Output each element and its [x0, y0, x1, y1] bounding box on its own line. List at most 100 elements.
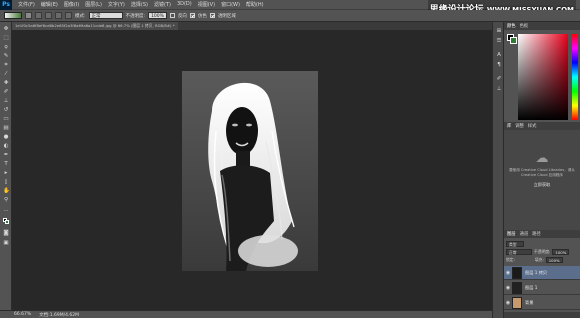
menu-help[interactable]: 帮助(H) — [246, 1, 264, 8]
dodge-tool-icon[interactable]: ◐ — [3, 143, 9, 149]
diamond-gradient-button[interactable] — [65, 12, 72, 19]
fill-field[interactable]: 100% — [545, 256, 563, 263]
crop-tool-icon[interactable]: ⌗ — [3, 62, 9, 68]
menu-image[interactable]: 图像(I) — [64, 1, 79, 8]
eyedropper-tool-icon[interactable]: ⁄ — [3, 71, 9, 77]
history-panel-icon[interactable]: ⊞ — [496, 28, 502, 34]
path-select-tool-icon[interactable]: ▸ — [3, 170, 9, 176]
lasso-tool-icon[interactable]: ϙ — [3, 44, 9, 50]
transparency-checkbox[interactable] — [209, 13, 215, 18]
zoom-tool-icon[interactable]: ⚲ — [3, 197, 9, 203]
inverted-portrait-image — [182, 71, 318, 271]
reflected-gradient-button[interactable] — [55, 12, 62, 19]
menu-window[interactable]: 窗口(W) — [221, 1, 240, 8]
history-brush-tool-icon[interactable]: ↺ — [3, 107, 9, 113]
menu-file[interactable]: 文件(F) — [18, 1, 35, 8]
foreground-background-icon[interactable] — [3, 218, 9, 224]
layer-opacity-label: 不透明度: — [534, 248, 551, 254]
menu-layer[interactable]: 图层(L) — [85, 1, 102, 8]
menu-view[interactable]: 视图(V) — [198, 1, 215, 8]
tab-adjustments[interactable]: 调整 — [515, 123, 524, 129]
move-tool-icon[interactable]: ✥ — [3, 26, 9, 32]
photoshop-logo: Ps — [0, 0, 12, 10]
menu-type[interactable]: 文字(Y) — [108, 1, 125, 8]
menu-edit[interactable]: 编辑(E) — [41, 1, 58, 8]
layer-name: 背景 — [525, 299, 534, 305]
zoom-readout[interactable]: 66.67% — [14, 312, 31, 317]
quick-mask-icon[interactable]: ◙ — [3, 230, 9, 236]
blur-tool-icon[interactable]: ● — [3, 134, 9, 140]
tab-libraries[interactable]: 库 — [507, 123, 511, 129]
hue-slider[interactable] — [572, 34, 578, 120]
layer-thumbnail — [512, 266, 522, 279]
status-bar: 66.67% 文档:1.69M/4.62M — [0, 310, 492, 318]
color-panel-tabs: 颜色 色板 — [504, 22, 580, 30]
libraries-message: 要使用 Creative Cloud Libraries，请从 Creative… — [509, 168, 575, 177]
eraser-tool-icon[interactable]: ▭ — [3, 116, 9, 122]
transparency-label: 透明区域 — [217, 13, 236, 19]
clone-source-panel-icon[interactable]: ⊥ — [496, 86, 502, 92]
tools-panel: ✥ ⬚ ϙ ✎ ⌗ ⁄ ✚ ✐ ⊥ ↺ ▭ ▤ ● ◐ ✒ T ▸ ▯ ✋ ⚲ … — [0, 22, 12, 310]
angle-gradient-button[interactable] — [45, 12, 52, 19]
visibility-eye-icon[interactable]: ◉ — [504, 300, 512, 306]
layer-kind-filter[interactable]: 类型 — [506, 240, 524, 247]
mode-select[interactable]: 正常 — [88, 12, 123, 19]
get-it-now-link[interactable]: 立即获取 — [504, 182, 580, 188]
libraries-panel-tabs: 库 调整 样式 — [504, 122, 580, 130]
paragraph-panel-icon[interactable]: ¶ — [496, 62, 502, 68]
layers-panel: 图层 通道 路径 类型 正常 不透明度: 100% 锁定: 填充: 100% ◉… — [504, 230, 580, 318]
creative-cloud-icon: ☁ — [535, 151, 549, 166]
gradient-tool-icon[interactable]: ▤ — [3, 125, 9, 131]
more-tools-icon[interactable]: ··· — [3, 208, 9, 214]
tab-styles[interactable]: 样式 — [528, 123, 537, 129]
type-tool-icon[interactable]: T — [3, 161, 9, 167]
pen-tool-icon[interactable]: ✒ — [3, 152, 9, 158]
tab-layers[interactable]: 图层 — [507, 231, 516, 237]
background-color[interactable] — [510, 37, 517, 44]
tab-color[interactable]: 颜色 — [507, 23, 516, 29]
radial-gradient-button[interactable] — [35, 12, 42, 19]
layer-row[interactable]: ◉ 图层 1 拷贝 — [504, 266, 580, 280]
reverse-checkbox[interactable] — [169, 13, 175, 18]
dither-label: 仿色 — [197, 13, 207, 19]
healing-brush-tool-icon[interactable]: ✚ — [3, 80, 9, 86]
brush-panel-icon[interactable]: ✐ — [496, 76, 502, 82]
document-tab[interactable]: 1e1f0c5a6f8ef6cd6b2e65f2a3f8a69a6a11cde8… — [12, 22, 178, 30]
marquee-tool-icon[interactable]: ⬚ — [3, 35, 9, 41]
opacity-field[interactable]: 100% — [148, 12, 167, 19]
layer-name: 图层 1 拷贝 — [525, 269, 548, 275]
visibility-eye-icon[interactable]: ◉ — [504, 285, 512, 291]
hand-tool-icon[interactable]: ✋ — [3, 188, 10, 194]
tab-channels[interactable]: 通道 — [520, 231, 529, 237]
options-bar: 模式: 正常 不透明度: 100% 反向 仿色 透明区域 — [0, 10, 580, 22]
linear-gradient-button[interactable] — [25, 12, 32, 19]
shape-tool-icon[interactable]: ▯ — [3, 179, 9, 185]
document-tab-bar: 1e1f0c5a6f8ef6cd6b2e65f2a3f8a69a6a11cde8… — [12, 22, 492, 30]
properties-panel-icon[interactable]: ☰ — [496, 38, 502, 44]
quick-select-tool-icon[interactable]: ✎ — [3, 53, 9, 59]
menu-select[interactable]: 选择(S) — [131, 1, 148, 8]
dither-checkbox[interactable] — [189, 13, 195, 18]
layers-panel-footer — [504, 312, 580, 318]
stamp-tool-icon[interactable]: ⊥ — [3, 98, 9, 104]
screen-mode-icon[interactable]: ▣ — [3, 240, 9, 246]
menu-3d[interactable]: 3D(D) — [177, 1, 192, 8]
color-picker-field[interactable] — [518, 34, 568, 120]
visibility-eye-icon[interactable]: ◉ — [504, 270, 512, 276]
canvas-area[interactable] — [12, 30, 492, 310]
menu-filter[interactable]: 滤镜(T) — [154, 1, 171, 8]
tab-paths[interactable]: 路径 — [532, 231, 541, 237]
brush-tool-icon[interactable]: ✐ — [3, 89, 9, 95]
color-panel-swatches[interactable] — [507, 34, 517, 44]
layer-options: 类型 正常 不透明度: 100% 锁定: 填充: 100% — [506, 240, 578, 264]
layer-row[interactable]: ◉ 图层 1 — [504, 281, 580, 295]
tab-swatches[interactable]: 色板 — [520, 23, 529, 29]
blend-mode-select[interactable]: 正常 — [506, 248, 532, 255]
lock-label: 锁定: — [506, 256, 515, 262]
layer-row[interactable]: ◉ 背景 — [504, 296, 580, 310]
character-panel-icon[interactable]: A — [496, 52, 502, 58]
layer-opacity-field[interactable]: 100% — [552, 248, 570, 255]
layers-panel-tabs: 图层 通道 路径 — [504, 230, 580, 238]
panel-dock-strip: ⊞ ☰ A ¶ ✐ ⊥ — [492, 22, 504, 318]
gradient-picker[interactable] — [4, 12, 22, 19]
